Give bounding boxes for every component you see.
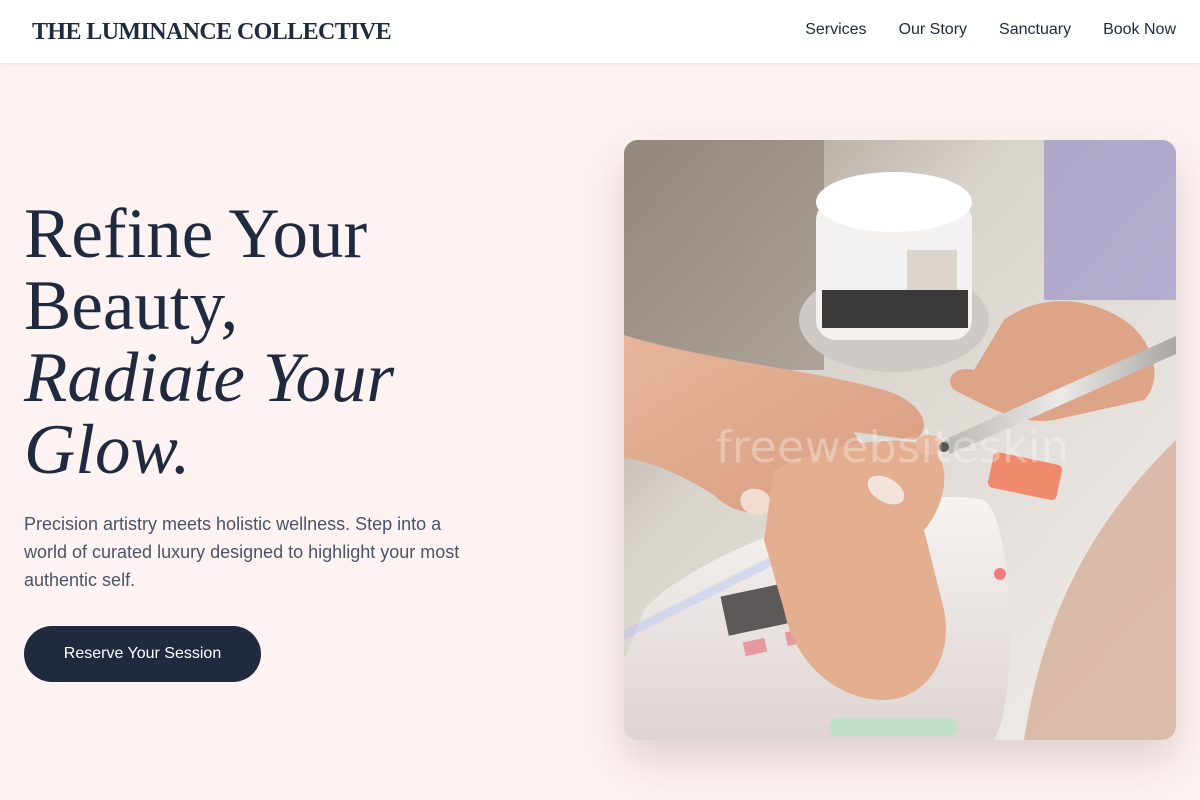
brand-logo[interactable]: THE LUMINANCE COLLECTIVE [32,19,392,46]
hero-title-line: Beauty, [24,267,239,345]
hero-title-line-italic: Radiate Your [24,339,395,417]
nav-link-services[interactable]: Services [805,21,866,39]
main-nav: Services Our Story Sanctuary Book Now [805,21,1176,39]
manicure-photo [624,140,1176,740]
reserve-session-button[interactable]: Reserve Your Session [24,626,261,682]
hero-title-line: Refine Your [24,195,368,273]
hero-title: Refine Your Beauty, Radiate Your Glow. [24,198,584,486]
nav-link-book-now[interactable]: Book Now [1103,21,1176,39]
nav-link-sanctuary[interactable]: Sanctuary [999,21,1071,39]
hero-description: Precision artistry meets holistic wellne… [24,514,460,590]
hero-title-line-italic: Glow. [24,411,191,489]
site-header: THE LUMINANCE COLLECTIVE Services Our St… [0,0,1200,64]
hero-image: freewebsiteskin [624,140,1176,740]
nav-link-our-story[interactable]: Our Story [899,21,967,39]
